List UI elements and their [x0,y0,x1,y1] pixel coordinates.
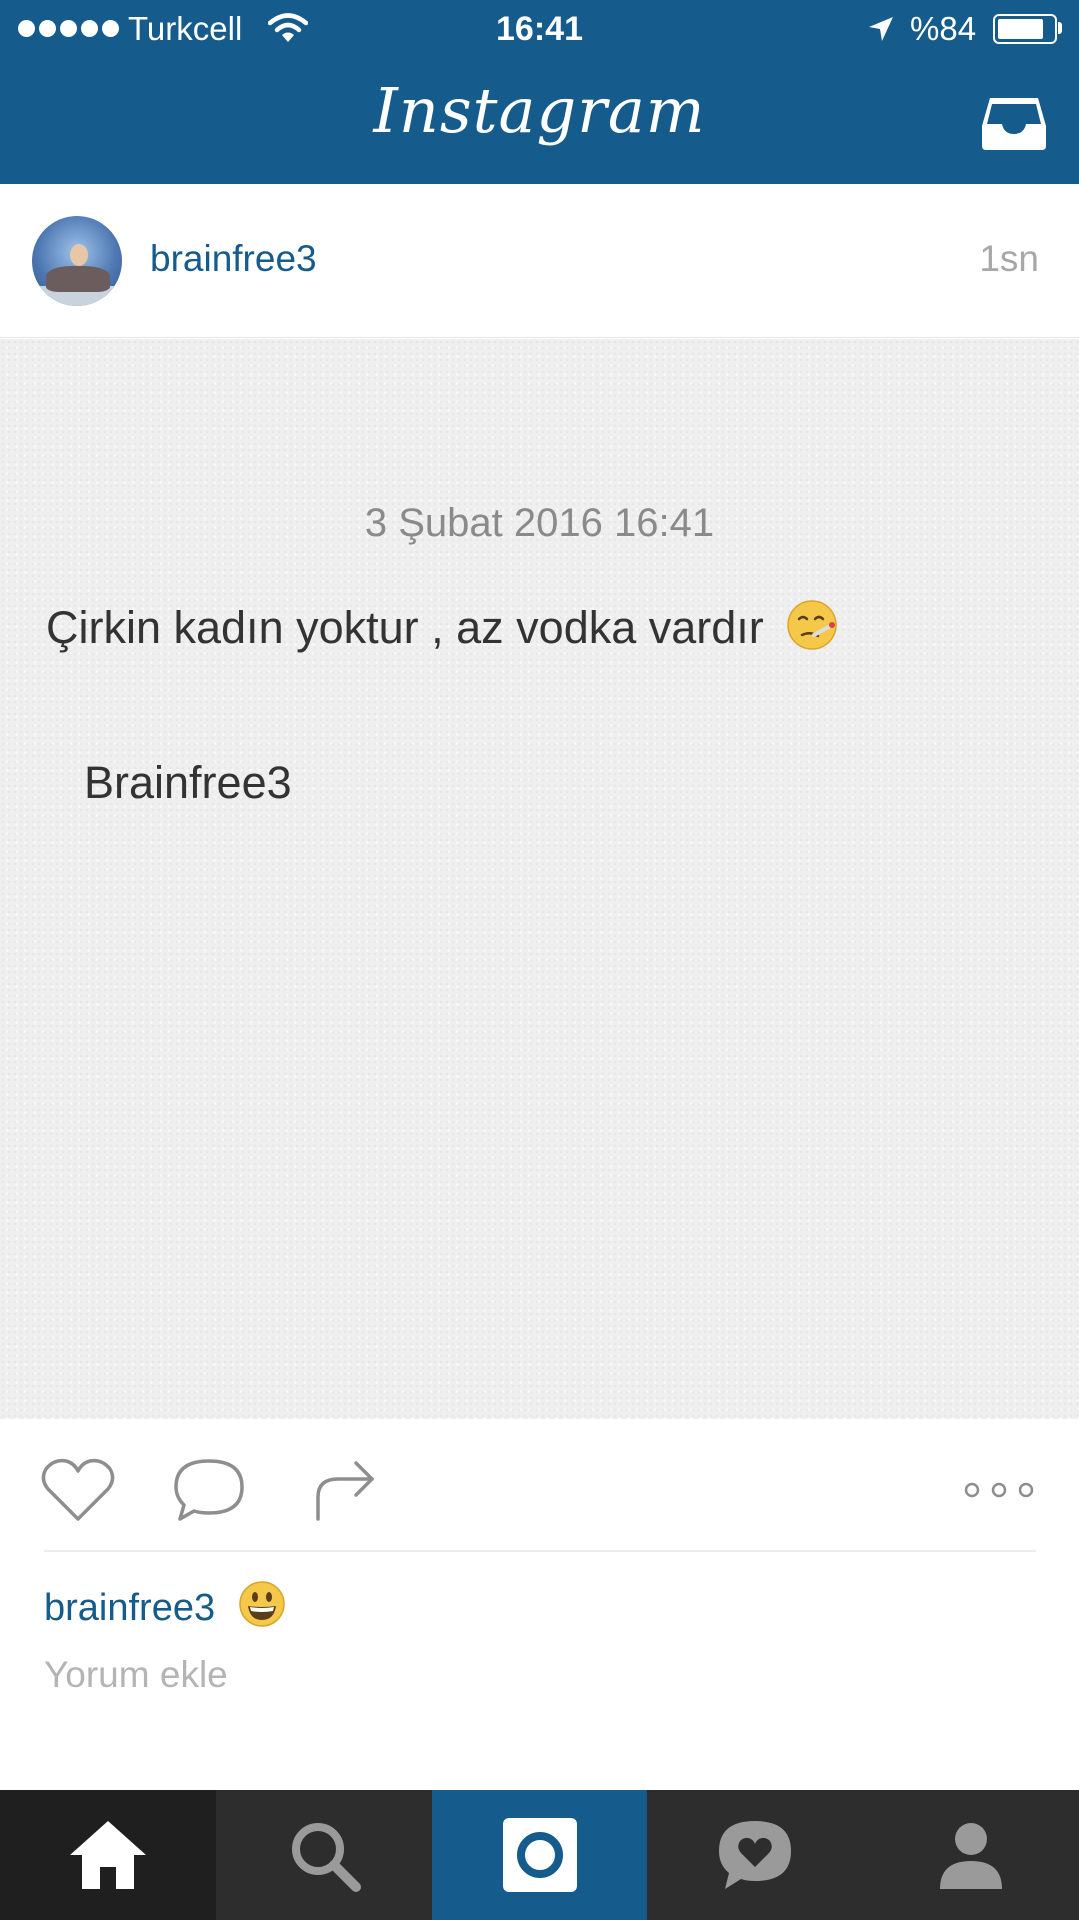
camera-icon [502,1818,577,1892]
post-caption: brainfree3 [44,1580,286,1630]
search-icon [292,1823,361,1892]
photo-quote-content: Çirkin kadın yoktur , az vodka vardır [46,602,764,653]
inbox-tray-icon[interactable] [980,92,1048,152]
post-username[interactable]: brainfree3 [150,238,317,280]
heart-bubble-icon [719,1821,791,1889]
more-dots-icon[interactable] [962,1479,1036,1501]
battery-level [998,19,1043,39]
top-bar: Turkcell 16:41 %84 Instagram [0,0,1079,184]
app-title: Instagram [373,74,706,147]
sick-thermometer-face-emoji [787,600,838,650]
grinning-face-emoji [238,1581,285,1627]
tab-bar [0,1790,1079,1920]
battery-tip [1058,22,1062,34]
photo-signature-text: Brainfree3 [84,757,292,808]
post-actions [0,1419,1079,1551]
photo-date-text: 3 Şubat 2016 16:41 [364,501,715,545]
tab-search[interactable] [216,1790,432,1920]
home-icon [70,1821,146,1889]
post-header: brainfree3 1sn [0,184,1079,338]
location-arrow-icon [869,17,893,41]
battery-icon [993,14,1057,44]
actions-divider [44,1550,1036,1552]
battery-percentage: %84 [910,10,977,47]
tab-profile[interactable] [863,1790,1079,1920]
avatar[interactable] [32,216,122,306]
tab-camera[interactable] [432,1790,647,1920]
share-arrow-icon[interactable] [310,1455,380,1525]
post-time-ago: 1sn [979,238,1039,279]
heart-icon[interactable] [38,1455,118,1525]
add-comment-field[interactable]: Yorum ekle [44,1654,228,1696]
status-bar: Turkcell 16:41 %84 [0,0,1079,58]
tab-home[interactable] [0,1790,216,1920]
profile-icon [940,1823,1002,1889]
post-photo[interactable]: 3 Şubat 2016 16:41 Çirkin kadın yoktur ,… [0,339,1079,1419]
caption-username[interactable]: brainfree3 [44,1587,215,1629]
photo-quote-text: Çirkin kadın yoktur , az vodka vardır [46,599,838,654]
tab-activity[interactable] [647,1790,863,1920]
speech-bubble-icon[interactable] [172,1455,246,1525]
